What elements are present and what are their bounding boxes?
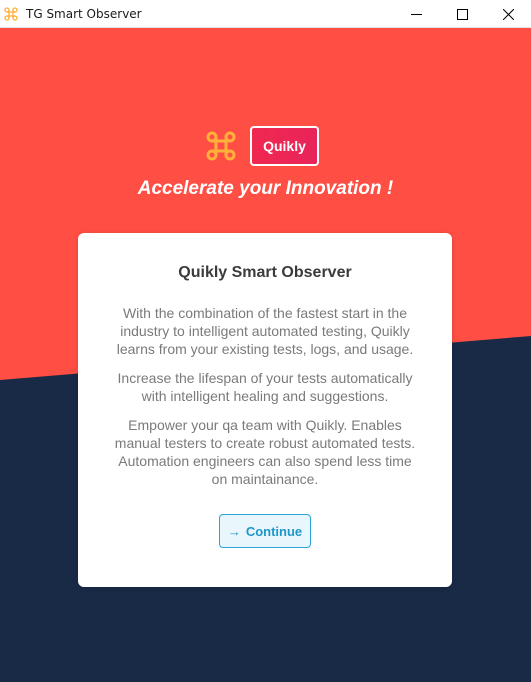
close-button[interactable]: [485, 0, 531, 28]
card-title: Quikly Smart Observer: [178, 264, 352, 281]
continue-button[interactable]: → Continue: [219, 514, 311, 548]
minimize-icon: [410, 13, 422, 15]
brand-row: Quikly: [0, 126, 531, 166]
continue-label: Continue: [245, 523, 303, 539]
arrow-right-icon: →: [227, 523, 241, 539]
maximize-button[interactable]: [439, 0, 485, 28]
window-controls: [393, 0, 531, 28]
minimize-button[interactable]: [393, 0, 439, 28]
window-title: TG Smart Observer: [26, 6, 142, 21]
card-paragraph-2: Increase the lifespan of your tests auto…: [117, 370, 413, 404]
app-command-icon: [4, 6, 18, 21]
card-paragraph-1: With the combination of the fastest star…: [116, 305, 414, 357]
command-key-icon: [206, 131, 236, 161]
maximize-icon: [456, 8, 468, 20]
intro-card: Quikly Smart Observer With the combinati…: [78, 233, 452, 587]
close-icon: [502, 8, 514, 20]
card-paragraph-3: Empower your qa team with Quikly. Enable…: [114, 417, 416, 487]
tagline: Accelerate your Innovation !: [137, 178, 394, 199]
window-titlebar: TG Smart Observer: [0, 0, 531, 28]
brand-badge: Quikly: [250, 126, 319, 166]
